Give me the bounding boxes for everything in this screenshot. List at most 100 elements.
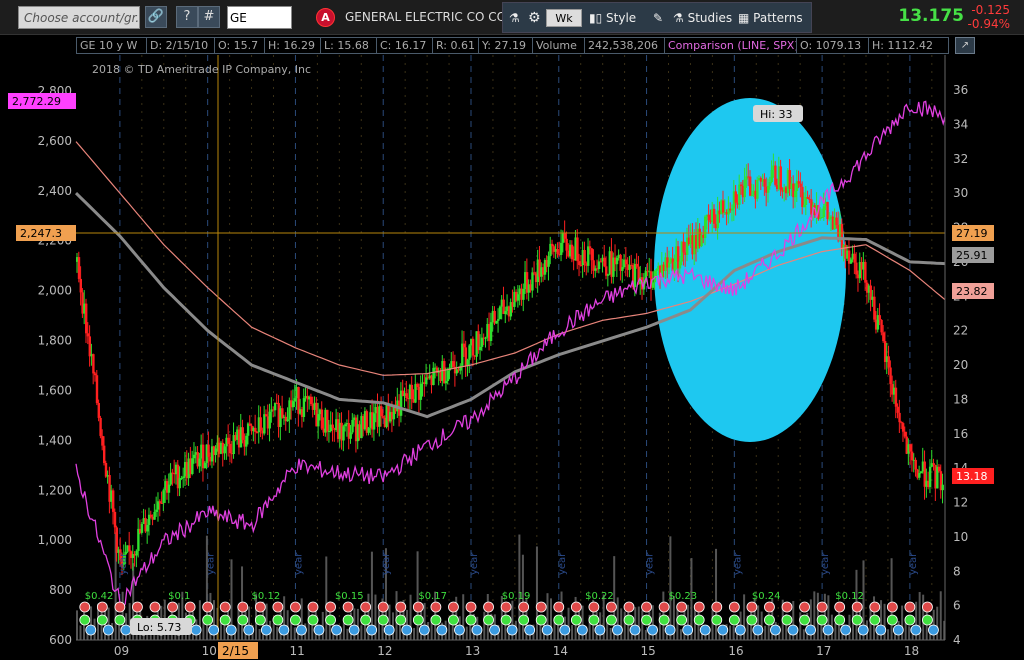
earnings-marker — [816, 601, 828, 613]
candle-body — [264, 414, 268, 417]
candle-body — [878, 315, 881, 320]
earnings-marker — [79, 601, 91, 613]
info-marker — [787, 624, 799, 636]
candle-body — [191, 458, 194, 474]
candle-body — [227, 437, 230, 444]
volume-bar — [118, 625, 121, 640]
candle-body — [855, 262, 858, 275]
earnings-marker — [430, 601, 442, 613]
hash-button[interactable]: # — [198, 6, 220, 28]
volume-bar — [851, 609, 854, 640]
alert-button[interactable]: A — [316, 8, 335, 27]
info-marker — [85, 624, 97, 636]
candle-body — [898, 412, 901, 423]
volume-bar — [711, 610, 714, 640]
candle-body — [739, 184, 743, 186]
candle-body — [801, 186, 804, 207]
earnings-marker — [799, 601, 810, 613]
gear-icon[interactable]: ⚙ — [528, 7, 544, 30]
earnings-marker — [834, 601, 846, 613]
info-marker — [664, 624, 676, 636]
expand-icon[interactable]: ↗ — [955, 37, 975, 54]
account-selector[interactable]: Choose account/gr... — [18, 6, 140, 29]
flask-icon[interactable]: ⚗ — [509, 7, 523, 30]
info-marker — [471, 624, 483, 636]
dividend-marker — [799, 614, 810, 626]
open-cell: O: 15.7 — [215, 38, 265, 53]
timeframe-select[interactable]: Wk — [546, 9, 582, 27]
range-cell: R: 0.61 — [433, 38, 479, 53]
candle-body — [516, 294, 520, 301]
link-icon[interactable]: 🔗 — [145, 6, 167, 28]
dividend-marker — [764, 614, 775, 626]
price-chart[interactable]: $0.42 $0.1 $0.12 $0.15 $0.17 $0.19 $0.22 $0.23 $… — [0, 55, 1024, 660]
y-right-tick-label: 34 — [953, 117, 968, 131]
info-marker — [541, 624, 553, 636]
candle-body — [635, 263, 639, 267]
earnings-marker — [851, 601, 863, 613]
volume-bar — [276, 626, 279, 640]
candle-body — [309, 396, 313, 405]
dividend-marker — [606, 614, 617, 626]
earnings-marker — [500, 601, 512, 613]
candle-body — [241, 427, 244, 440]
candle-body — [214, 448, 217, 456]
y-left-tick-label: 1,000 — [38, 533, 72, 547]
earnings-marker — [518, 601, 530, 613]
dividend-label: $0.24 — [752, 591, 781, 602]
candle-body — [84, 303, 88, 334]
candle-body — [419, 383, 423, 400]
candle-body — [606, 274, 610, 276]
candle-body — [293, 398, 297, 402]
earnings-marker — [325, 601, 336, 613]
period-cell[interactable]: GE 10 y W — [77, 38, 147, 53]
candle-body — [768, 182, 772, 186]
dividend-marker — [518, 614, 530, 626]
x-tick-label: 17 — [816, 644, 831, 658]
volume-bar — [887, 629, 890, 640]
patterns-button[interactable]: ▦ Patterns — [738, 7, 812, 30]
volume-bar — [557, 624, 560, 640]
help-button[interactable]: ? — [176, 6, 198, 28]
dividend-marker — [711, 614, 723, 626]
pencil-icon[interactable]: ✎ — [653, 7, 667, 30]
volume-bar — [764, 625, 767, 640]
info-marker — [296, 624, 307, 636]
info-marker — [805, 624, 816, 636]
candle-body — [605, 266, 608, 276]
candle-body — [104, 463, 108, 477]
y-left-tick-label: 1,800 — [38, 334, 72, 348]
symbol-input[interactable]: GE — [227, 6, 292, 29]
candle-body — [444, 381, 448, 384]
candle-body — [153, 511, 156, 520]
candle-body — [327, 431, 331, 433]
dividend-marker — [922, 614, 933, 626]
y-cell: Y: 27.19 — [479, 38, 533, 53]
studies-label: Studies — [687, 11, 733, 25]
candle-body — [380, 406, 383, 417]
candle-body — [99, 417, 102, 436]
comparison-cell[interactable]: Comparison (LINE, SPX) — [665, 38, 797, 53]
earnings-marker — [360, 601, 372, 613]
style-button[interactable]: ▮▯ Style — [589, 7, 647, 30]
sma-50-text: 25.91 — [956, 249, 988, 262]
volume-bar — [571, 625, 574, 640]
earnings-marker — [132, 601, 143, 613]
y-right-tick-label: 10 — [953, 530, 968, 544]
candle-body — [748, 176, 752, 196]
candle-body — [900, 422, 903, 424]
candle-body — [228, 443, 232, 454]
dividend-marker — [553, 614, 565, 626]
earnings-marker — [219, 601, 231, 613]
earnings-marker — [869, 601, 881, 613]
candle-body — [471, 338, 475, 356]
candle-body — [750, 195, 754, 197]
earnings-marker — [448, 601, 459, 613]
earnings-marker — [272, 601, 284, 613]
studies-button[interactable]: ⚗ Studies — [673, 7, 735, 30]
candle-body — [155, 509, 158, 512]
volume-bar — [76, 610, 78, 640]
dividend-marker — [483, 614, 494, 626]
year-marker-text: year — [820, 552, 831, 575]
candle-body — [565, 238, 568, 251]
